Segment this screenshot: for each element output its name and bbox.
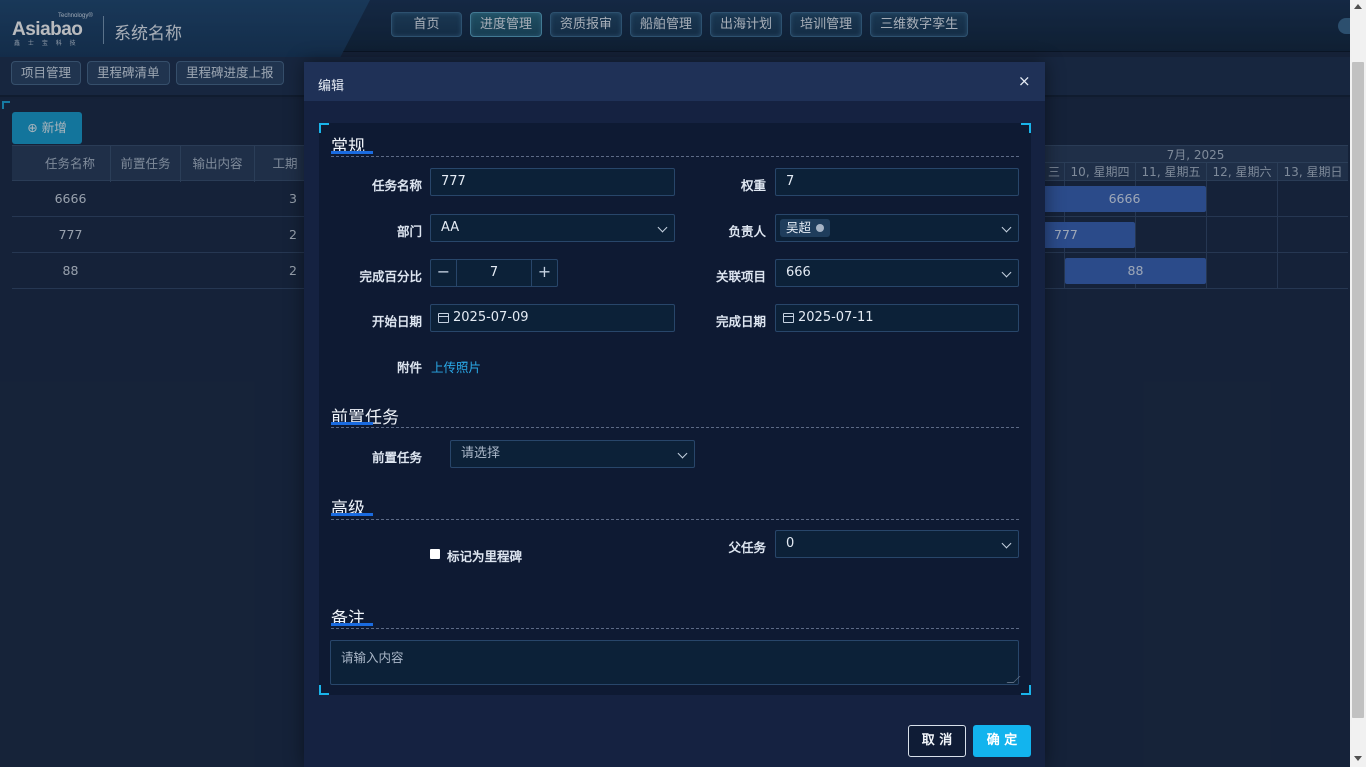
pre-task-select[interactable]: 请选择 (450, 440, 695, 468)
task-name-input[interactable]: 777 (430, 168, 675, 196)
related-project-select[interactable]: 666 (775, 259, 1019, 287)
section-divider (331, 628, 1019, 629)
panel-corner (319, 123, 329, 133)
tag-close-icon[interactable] (816, 224, 825, 232)
cancel-button[interactable]: 取 消 (908, 725, 966, 757)
start-date-value: 2025-07-09 (453, 310, 529, 325)
calendar-icon (438, 313, 449, 323)
department-value: AA (441, 220, 460, 235)
percent-value[interactable]: 7 (490, 265, 498, 280)
modal-header: 编辑 × (304, 62, 1045, 101)
pre-task-placeholder: 请选择 (461, 446, 501, 461)
task-name-label: 任务名称 (371, 178, 422, 193)
notes-placeholder: 请输入内容 (341, 650, 404, 665)
related-project-label: 关联项目 (715, 269, 766, 284)
scrollbar-thumb[interactable] (1352, 62, 1364, 718)
upload-photo-link[interactable]: 上传照片 (431, 357, 481, 376)
owner-tag: 吴超 (780, 219, 831, 237)
panel-corner (1021, 123, 1031, 133)
modal-title: 编辑 (318, 79, 345, 94)
owner-select[interactable]: 吴超 (775, 214, 1019, 242)
owner-tag-label: 吴超 (786, 220, 812, 235)
percent-label: 完成百分比 (359, 269, 422, 284)
parent-task-value: 0 (786, 536, 795, 551)
resize-handle-icon[interactable] (1006, 676, 1021, 683)
confirm-button[interactable]: 确 定 (973, 725, 1031, 757)
pre-task-label: 前置任务 (371, 450, 422, 465)
section-divider (331, 427, 1019, 428)
section-divider (331, 519, 1019, 520)
milestone-label[interactable]: 标记为里程碑 (447, 546, 522, 565)
section-underline (331, 513, 373, 516)
end-date-picker[interactable]: 2025-07-11 (775, 304, 1019, 332)
increment-button[interactable]: + (531, 260, 557, 286)
section-divider (331, 156, 1019, 157)
start-date-label: 开始日期 (371, 314, 422, 329)
chevron-down-icon (677, 448, 688, 459)
notes-textarea[interactable]: 请输入内容 (330, 640, 1021, 685)
weight-label: 权重 (740, 178, 766, 193)
edit-modal: 编辑 × 常规 任务名称 777 权重 7 部门 AA 负责人 吴超 完成百分比… (304, 62, 1045, 767)
decrement-button[interactable]: − (431, 260, 457, 286)
chevron-down-icon (1001, 538, 1012, 549)
owner-label: 负责人 (728, 224, 766, 239)
milestone-checkbox[interactable] (430, 549, 440, 559)
scroll-up-icon[interactable] (1354, 4, 1362, 9)
close-icon[interactable]: × (1018, 72, 1031, 90)
end-date-label: 完成日期 (715, 314, 766, 329)
panel-corner (319, 685, 329, 695)
section-underline (331, 422, 373, 425)
section-underline (331, 151, 373, 154)
chevron-down-icon (657, 222, 668, 233)
panel-corner (1021, 685, 1031, 695)
weight-input[interactable]: 7 (775, 168, 1019, 196)
form-panel (319, 123, 1031, 695)
section-underline (331, 623, 373, 626)
end-date-value: 2025-07-11 (798, 310, 874, 325)
chevron-down-icon (1001, 267, 1012, 278)
parent-task-select[interactable]: 0 (775, 530, 1019, 558)
calendar-icon (783, 313, 794, 323)
department-label: 部门 (396, 224, 422, 239)
percent-stepper[interactable]: − 7 + (430, 259, 558, 287)
attachment-label: 附件 (396, 360, 422, 375)
department-select[interactable]: AA (430, 214, 675, 242)
scroll-down-icon[interactable] (1354, 756, 1362, 761)
parent-task-label: 父任务 (728, 540, 766, 555)
related-project-value: 666 (786, 265, 811, 280)
start-date-picker[interactable]: 2025-07-09 (430, 304, 675, 332)
chevron-down-icon (1001, 222, 1012, 233)
